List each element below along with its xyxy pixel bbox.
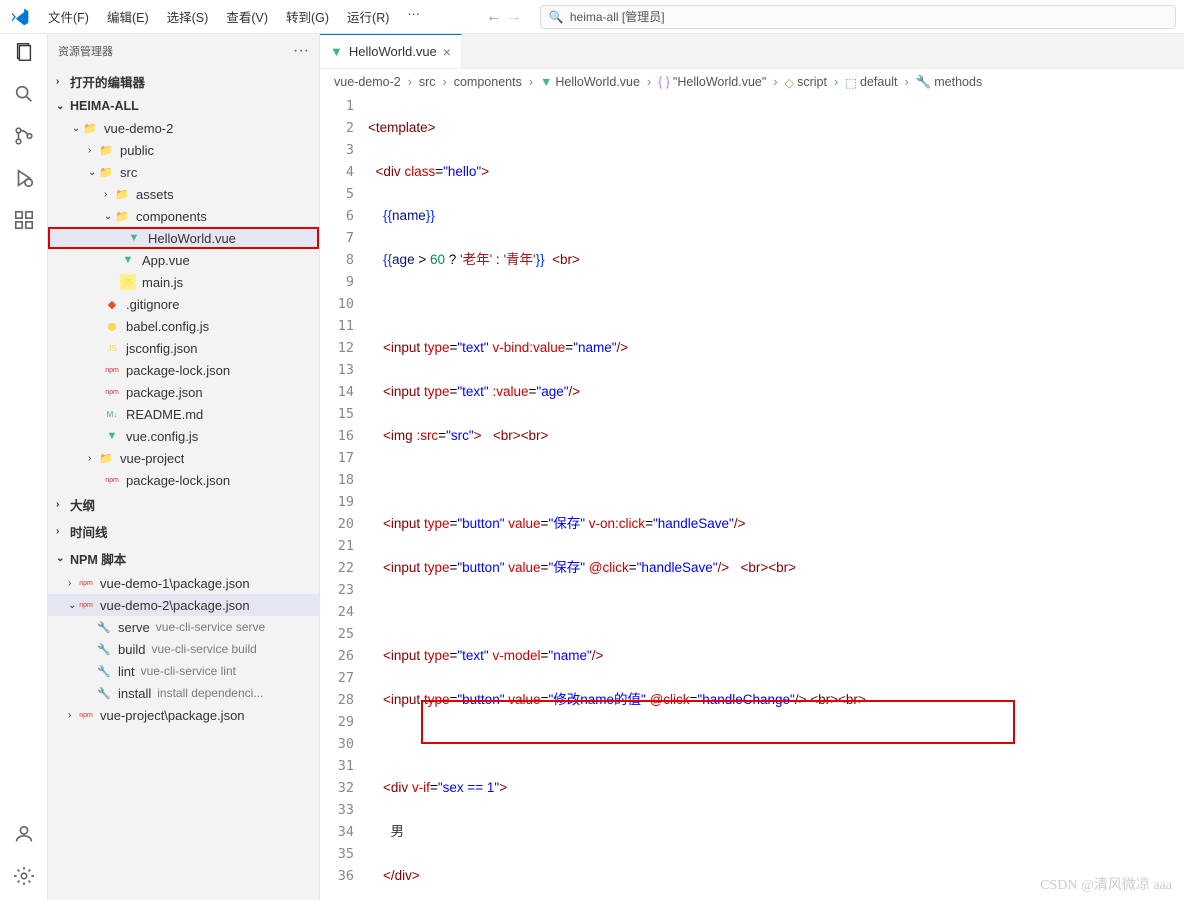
vue-icon: ▼ (330, 44, 343, 59)
folder-icon: 📁 (98, 450, 114, 466)
crumb[interactable]: components (454, 75, 522, 89)
menu-edit[interactable]: 编辑(E) (101, 3, 155, 30)
wrench-icon: 🔧 (96, 619, 112, 635)
outline-head[interactable]: ›大纲 (48, 491, 319, 518)
file-vueconfig[interactable]: ▼vue.config.js (48, 425, 319, 447)
md-icon: M↓ (104, 406, 120, 422)
command-center[interactable]: 🔍 heima-all [管理员] (540, 5, 1176, 29)
menu-select[interactable]: 选择(S) (161, 3, 215, 30)
npm-icon: npm (104, 472, 120, 488)
vscode-logo (8, 5, 32, 29)
project-label: HEIMA-ALL (70, 99, 139, 113)
wrench-icon: 🔧 (96, 685, 112, 701)
close-icon[interactable]: × (443, 44, 451, 60)
breadcrumb[interactable]: vue-demo-2› src› components› ▼ HelloWorl… (320, 69, 1184, 95)
debug-icon[interactable] (12, 166, 36, 190)
js-icon: JS (104, 340, 120, 356)
menu-goto[interactable]: 转到(G) (280, 3, 335, 30)
npm-icon: npm (78, 575, 94, 591)
npm-build[interactable]: 🔧buildvue-cli-service build (48, 638, 319, 660)
npm-label: NPM 脚本 (70, 549, 126, 568)
npm-icon: npm (78, 597, 94, 613)
crumb[interactable]: { } "HelloWorld.vue" (658, 75, 766, 89)
folder-vueproject[interactable]: ›📁vue-project (48, 447, 319, 469)
gear-icon[interactable] (12, 864, 36, 888)
vue-icon: ▼ (120, 252, 136, 268)
file-pkg[interactable]: npmpackage.json (48, 381, 319, 403)
crumb[interactable]: 🔧 methods (916, 75, 983, 90)
nav-fwd-icon[interactable]: → (506, 8, 522, 26)
babel-icon: ⬤ (104, 318, 120, 334)
js-icon: JS (120, 274, 136, 290)
crumb[interactable]: ⬚ default (845, 75, 897, 90)
nav-back-icon[interactable]: ← (486, 8, 502, 26)
tab-helloworld[interactable]: ▼ HelloWorld.vue × (320, 34, 462, 68)
open-editors-label: 打开的编辑器 (70, 72, 145, 91)
file-mainjs[interactable]: JSmain.js (48, 271, 319, 293)
sidebar-more-icon[interactable]: ··· (293, 42, 309, 60)
npm-lint[interactable]: 🔧lintvue-cli-service lint (48, 660, 319, 682)
npm-head[interactable]: ⌄NPM 脚本 (48, 545, 319, 572)
menu-file[interactable]: 文件(F) (42, 3, 95, 30)
file-gitignore[interactable]: ◆.gitignore (48, 293, 319, 315)
folder-icon: 📁 (98, 142, 114, 158)
folder-src[interactable]: ⌄📁src (48, 161, 319, 183)
search-icon[interactable] (12, 82, 36, 106)
folder-components[interactable]: ⌄📁components (48, 205, 319, 227)
crumb[interactable]: ◇ script (784, 75, 827, 90)
extensions-icon[interactable] (12, 208, 36, 232)
search-icon: 🔍 (549, 10, 564, 24)
npm-icon: npm (104, 384, 120, 400)
file-pkglock[interactable]: npmpackage-lock.json (48, 359, 319, 381)
folder-assets[interactable]: ›📁assets (48, 183, 319, 205)
npm-icon: npm (104, 362, 120, 378)
folder-icon: 📁 (98, 164, 114, 180)
npm-p1[interactable]: ›npmvue-demo-1\package.json (48, 572, 319, 594)
timeline-head[interactable]: ›时间线 (48, 518, 319, 545)
outline-label: 大纲 (70, 495, 95, 514)
open-editors-head[interactable]: ›打开的编辑器 (48, 68, 319, 95)
npm-p3[interactable]: ›npmvue-project\package.json (48, 704, 319, 726)
account-icon[interactable] (12, 822, 36, 846)
folder-icon: 📁 (114, 208, 130, 224)
crumb[interactable]: src (419, 75, 436, 89)
menu-run[interactable]: 运行(R) (341, 3, 395, 30)
menu-more[interactable]: ··· (401, 3, 426, 30)
folder-icon: 📁 (114, 186, 130, 202)
wrench-icon: 🔧 (96, 641, 112, 657)
file-readme[interactable]: M↓README.md (48, 403, 319, 425)
menu-view[interactable]: 查看(V) (220, 3, 274, 30)
folder-vuedemo2[interactable]: ⌄📁vue-demo-2 (48, 117, 319, 139)
vue-icon: ▼ (126, 230, 142, 246)
timeline-label: 时间线 (70, 522, 108, 541)
file-helloworld[interactable]: ▼HelloWorld.vue (48, 227, 319, 249)
project-head[interactable]: ⌄HEIMA-ALL (48, 95, 319, 117)
file-appvue[interactable]: ▼App.vue (48, 249, 319, 271)
crumb[interactable]: vue-demo-2 (334, 75, 401, 89)
vue-icon: ▼ (104, 428, 120, 444)
file-babel[interactable]: ⬤babel.config.js (48, 315, 319, 337)
npm-serve[interactable]: 🔧servevue-cli-service serve (48, 616, 319, 638)
file-pkglock2[interactable]: npmpackage-lock.json (48, 469, 319, 491)
npm-install[interactable]: 🔧installinstall dependenci... (48, 682, 319, 704)
sidebar-title: 资源管理器 (58, 43, 113, 59)
search-text: heima-all [管理员] (570, 8, 665, 25)
npm-icon: npm (78, 707, 94, 723)
crumb[interactable]: ▼ HelloWorld.vue (540, 75, 640, 89)
explorer-icon[interactable] (12, 40, 36, 64)
wrench-icon: 🔧 (96, 663, 112, 679)
scm-icon[interactable] (12, 124, 36, 148)
line-gutter: 1234567891011121314151617181920212223242… (320, 95, 368, 900)
npm-p2[interactable]: ⌄npmvue-demo-2\package.json (48, 594, 319, 616)
folder-icon: 📁 (82, 120, 98, 136)
folder-public[interactable]: ›📁public (48, 139, 319, 161)
code-editor[interactable]: 1234567891011121314151617181920212223242… (320, 95, 1184, 900)
tab-label: HelloWorld.vue (349, 44, 437, 59)
git-icon: ◆ (104, 296, 120, 312)
file-jsconfig[interactable]: JSjsconfig.json (48, 337, 319, 359)
